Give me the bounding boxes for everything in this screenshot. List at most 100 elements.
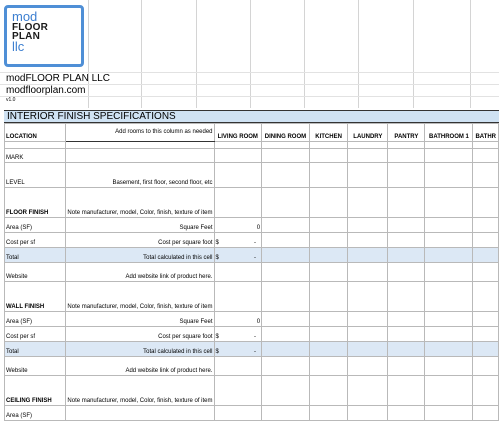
cell[interactable] [424,148,474,163]
cell[interactable] [308,141,349,149]
cell[interactable] [472,326,499,342]
cell[interactable] [308,217,349,233]
cell[interactable] [347,148,389,163]
cell[interactable] [424,311,474,327]
cell[interactable] [347,141,389,149]
cell[interactable] [261,341,310,357]
cell[interactable] [472,356,499,376]
cell[interactable] [308,247,349,263]
room-header[interactable]: PANTRY [387,123,426,142]
cell[interactable] [213,281,263,312]
cell[interactable] [3,141,67,149]
cell[interactable] [424,341,474,357]
cell[interactable] [261,232,310,248]
cell[interactable] [424,141,474,149]
cell[interactable] [261,356,310,376]
area-value[interactable]: 0 [213,217,263,233]
cell[interactable] [424,281,474,312]
room-header[interactable]: BATHR [472,123,499,142]
cell[interactable] [387,187,426,218]
cost-value[interactable]: $ - [213,326,263,342]
cell[interactable] [472,162,499,188]
cell[interactable] [472,281,499,312]
cell[interactable] [213,141,263,149]
cell[interactable] [472,247,499,263]
cell[interactable] [261,311,310,327]
cell[interactable] [347,356,389,376]
cell[interactable] [261,148,310,163]
cell[interactable] [347,405,389,421]
cell[interactable] [261,247,310,263]
cell[interactable] [261,141,310,149]
cell[interactable] [387,162,426,188]
cell[interactable] [65,148,215,163]
cell[interactable] [308,311,349,327]
total-value[interactable]: $ - [213,247,263,263]
cell[interactable] [213,356,263,376]
cell[interactable] [308,356,349,376]
cell[interactable] [347,217,389,233]
cell[interactable] [472,375,499,406]
cell[interactable] [424,375,474,406]
cell[interactable] [387,232,426,248]
room-header[interactable]: DINING ROOM [261,123,310,142]
cell[interactable] [261,187,310,218]
cell[interactable] [347,232,389,248]
cell[interactable] [308,162,349,188]
cell[interactable] [424,405,474,421]
cell[interactable] [424,162,474,188]
cell[interactable] [387,141,426,149]
cell[interactable] [261,162,310,188]
cell[interactable] [387,281,426,312]
cell[interactable] [261,281,310,312]
cell[interactable] [213,187,263,218]
cell[interactable] [213,148,263,163]
cell[interactable] [472,217,499,233]
cell[interactable] [308,405,349,421]
cell[interactable] [347,341,389,357]
cell[interactable] [308,148,349,163]
cell[interactable] [308,375,349,406]
cell[interactable] [347,311,389,327]
cell[interactable] [387,148,426,163]
cell[interactable] [424,262,474,282]
cell[interactable] [472,187,499,218]
cell[interactable] [65,141,215,149]
cell[interactable] [424,356,474,376]
cell[interactable] [424,187,474,218]
cell[interactable] [213,162,263,188]
cell[interactable] [387,326,426,342]
cell[interactable] [308,281,349,312]
cell[interactable] [472,341,499,357]
cell[interactable] [308,187,349,218]
cell[interactable] [472,262,499,282]
cell[interactable] [213,375,263,406]
cell[interactable] [387,341,426,357]
cell[interactable] [472,141,499,149]
room-header[interactable]: LAUNDRY [347,123,389,142]
cell[interactable] [347,375,389,406]
cell[interactable] [347,187,389,218]
cell[interactable] [308,262,349,282]
cell[interactable] [347,247,389,263]
cell[interactable] [261,326,310,342]
cell[interactable] [424,217,474,233]
room-header[interactable]: LIVING ROOM [213,123,263,142]
cell[interactable] [387,217,426,233]
cell[interactable] [387,311,426,327]
area-value[interactable]: 0 [213,311,263,327]
cell[interactable] [387,262,426,282]
cell[interactable] [424,232,474,248]
cell[interactable] [261,217,310,233]
room-header[interactable]: BATHROOM 1 [424,123,474,142]
cell[interactable] [472,311,499,327]
cell[interactable] [261,405,310,421]
cell[interactable] [387,405,426,421]
cell[interactable] [261,262,310,282]
cell[interactable] [424,247,474,263]
cell[interactable] [387,375,426,406]
cell[interactable] [308,232,349,248]
cell[interactable] [387,247,426,263]
cell[interactable] [387,356,426,376]
cell[interactable] [213,262,263,282]
